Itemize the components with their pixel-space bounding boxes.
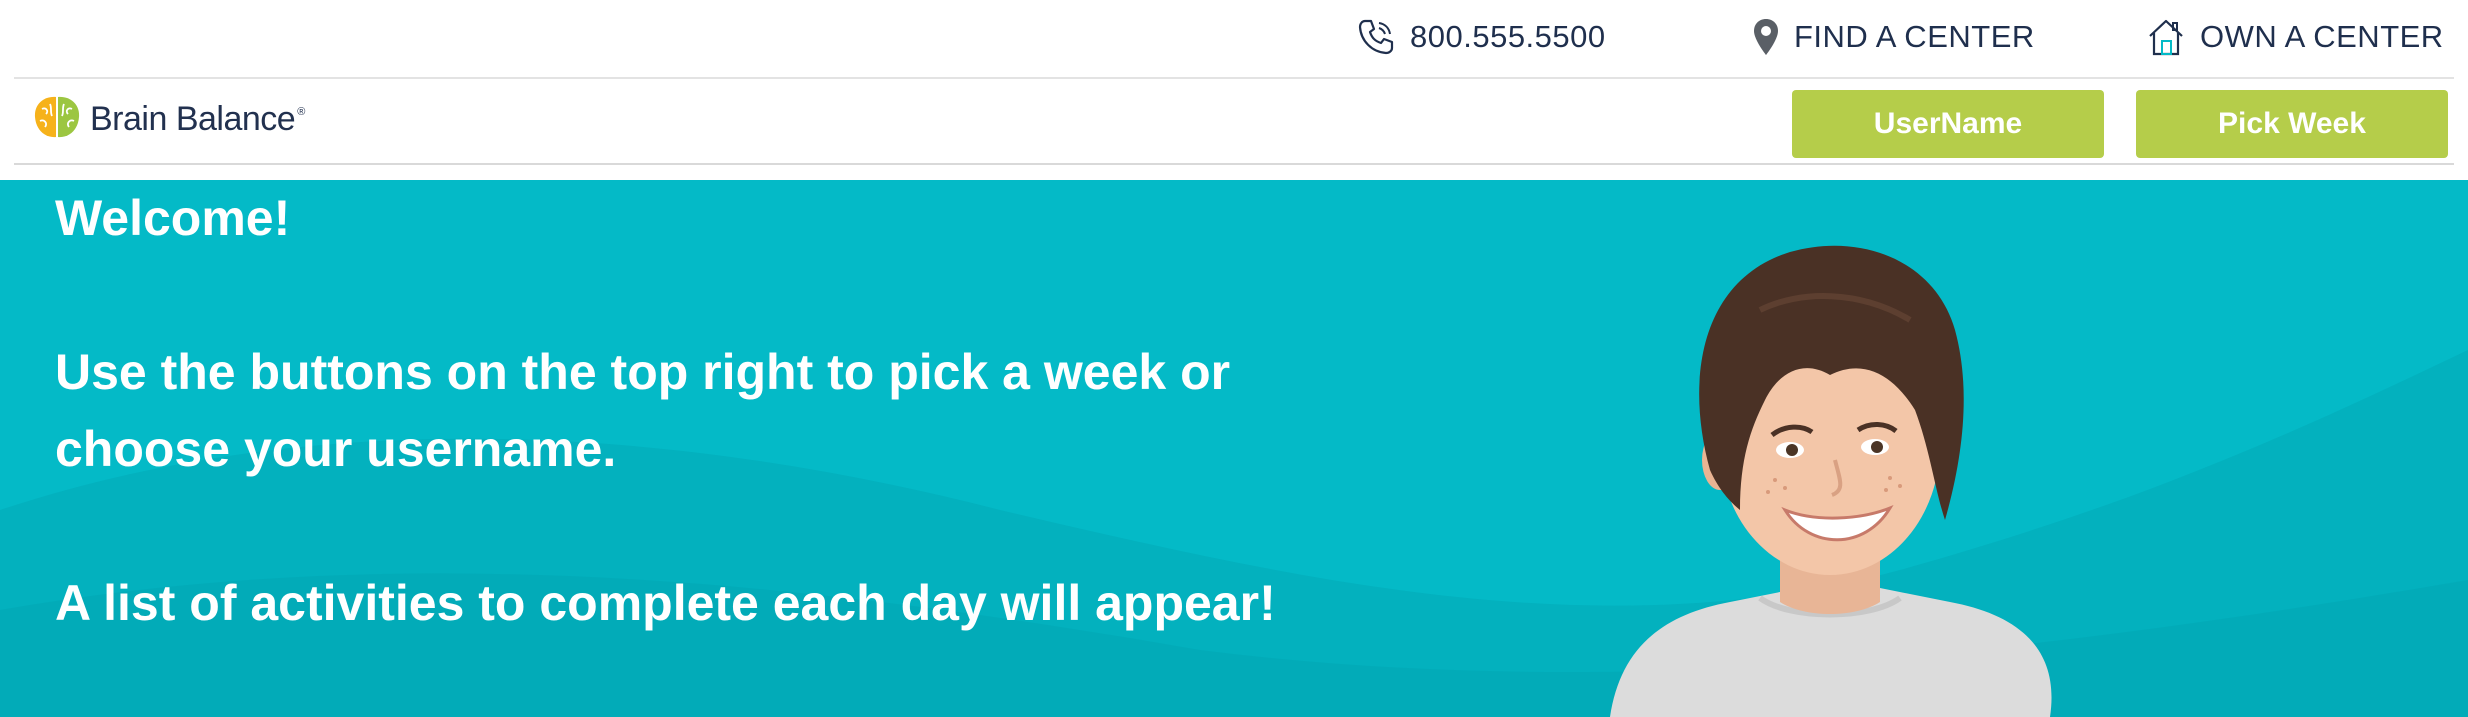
username-button[interactable]: UserName [1792, 90, 2104, 158]
own-a-center-label: OWN A CENTER [2200, 19, 2444, 54]
instructions-text: Use the buttons on the top right to pick… [55, 344, 1231, 477]
map-pin-icon [1752, 17, 1780, 57]
brain-logo-icon [32, 94, 82, 145]
welcome-heading: Welcome! [55, 190, 291, 246]
own-a-center-link[interactable]: OWN A CENTER [2146, 14, 2444, 60]
top-utility-bar: 800.555.5500 FIND A CENTER OWN A CENTER [0, 0, 2468, 76]
find-a-center-link[interactable]: FIND A CENTER [1752, 14, 2035, 60]
house-icon [2146, 17, 2186, 57]
pick-week-button[interactable]: Pick Week [2136, 90, 2448, 158]
phone-icon [1356, 17, 1396, 57]
brand-logo[interactable]: Brain Balance ® [32, 96, 305, 142]
activities-text: A list of activities to complete each da… [55, 575, 1276, 631]
hero-message: Welcome! Use the buttons on the top righ… [55, 180, 1355, 642]
hero-banner: Welcome! Use the buttons on the top righ… [0, 180, 2468, 717]
smiling-child-photo [1610, 245, 2052, 717]
phone-link[interactable]: 800.555.5500 [1356, 14, 1606, 60]
registered-mark: ® [297, 106, 306, 118]
brand-name: Brain Balance [90, 99, 296, 138]
find-a-center-label: FIND A CENTER [1794, 19, 2035, 54]
phone-number: 800.555.5500 [1410, 19, 1606, 54]
nav-divider [14, 163, 2454, 165]
